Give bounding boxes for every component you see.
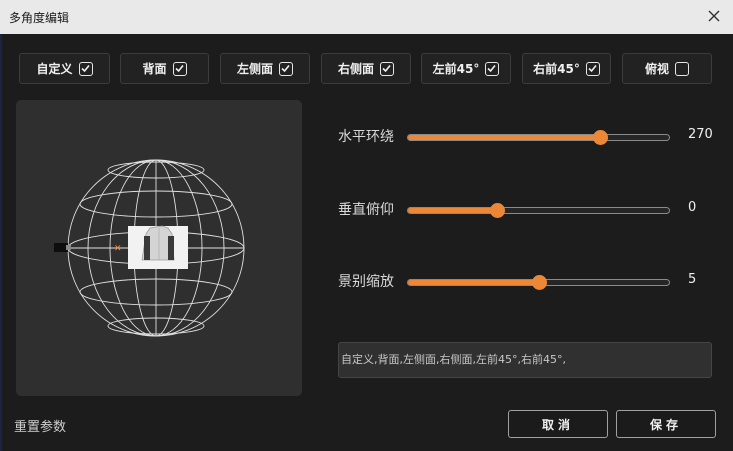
slider-track[interactable] <box>407 130 670 145</box>
view-option-left-front-45[interactable]: 左前45° <box>421 53 511 84</box>
checkbox-icon[interactable] <box>279 61 293 76</box>
checkbox-icon[interactable] <box>78 61 93 76</box>
checkbox-icon[interactable] <box>585 61 600 76</box>
selected-views-summary: 自定义,背面,左侧面,右侧面,左前45°,右前45°, <box>338 342 712 378</box>
slider-handle[interactable] <box>489 203 505 218</box>
view-option-custom[interactable]: 自定义 <box>19 53 110 84</box>
slider-label: 景别缩放 <box>338 274 394 290</box>
slider-value: 5 <box>688 272 697 287</box>
checkbox-icon[interactable] <box>485 61 500 76</box>
slider-label: 水平环绕 <box>338 129 394 145</box>
slider-vertical-pitch: 垂直俯仰 0 <box>338 197 718 221</box>
title-bar: 多角度编辑 <box>0 0 733 34</box>
view-option-top[interactable]: 俯视 <box>622 53 712 84</box>
view-option-label: 右侧面 <box>337 62 374 76</box>
checkbox-icon[interactable] <box>380 61 394 76</box>
slider-value: 270 <box>688 127 713 142</box>
wireframe-sphere[interactable]: ✕ <box>16 100 302 396</box>
slider-fill <box>408 135 600 140</box>
target-marker-icon: ✕ <box>114 244 122 254</box>
slider-track[interactable] <box>407 203 670 218</box>
view-option-label: 右前45° <box>533 62 580 76</box>
view-option-right-front-45[interactable]: 右前45° <box>522 53 611 84</box>
window-edge <box>0 34 2 451</box>
view-option-label: 自定义 <box>36 62 73 76</box>
close-icon[interactable] <box>707 9 721 23</box>
reset-params-link[interactable]: 重置参数 <box>14 416 66 435</box>
slider-fill <box>408 280 539 285</box>
slider-track[interactable] <box>407 275 670 290</box>
slider-horizontal-orbit: 水平环绕 270 <box>338 124 718 148</box>
view-option-right-side[interactable]: 右侧面 <box>321 53 411 84</box>
view-option-label: 俯视 <box>644 62 669 76</box>
slider-fill <box>408 208 497 213</box>
slider-handle[interactable] <box>531 275 547 290</box>
window-title: 多角度编辑 <box>9 11 70 25</box>
camera-angle-preview[interactable]: ✕ <box>16 100 302 396</box>
save-button[interactable]: 保存 <box>616 410 716 438</box>
slider-shot-zoom: 景别缩放 5 <box>338 269 718 293</box>
checkbox-icon[interactable] <box>675 61 689 76</box>
slider-value: 0 <box>688 200 697 215</box>
view-option-label: 背面 <box>142 62 167 76</box>
cancel-button[interactable]: 取消 <box>508 410 608 438</box>
slider-label: 垂直俯仰 <box>338 202 394 218</box>
view-option-label: 左前45° <box>432 62 480 76</box>
view-option-label: 左侧面 <box>236 62 273 76</box>
view-option-left-side[interactable]: 左侧面 <box>220 53 310 84</box>
view-option-back[interactable]: 背面 <box>120 53 209 84</box>
slider-handle[interactable] <box>592 130 608 145</box>
checkbox-icon[interactable] <box>172 61 187 76</box>
